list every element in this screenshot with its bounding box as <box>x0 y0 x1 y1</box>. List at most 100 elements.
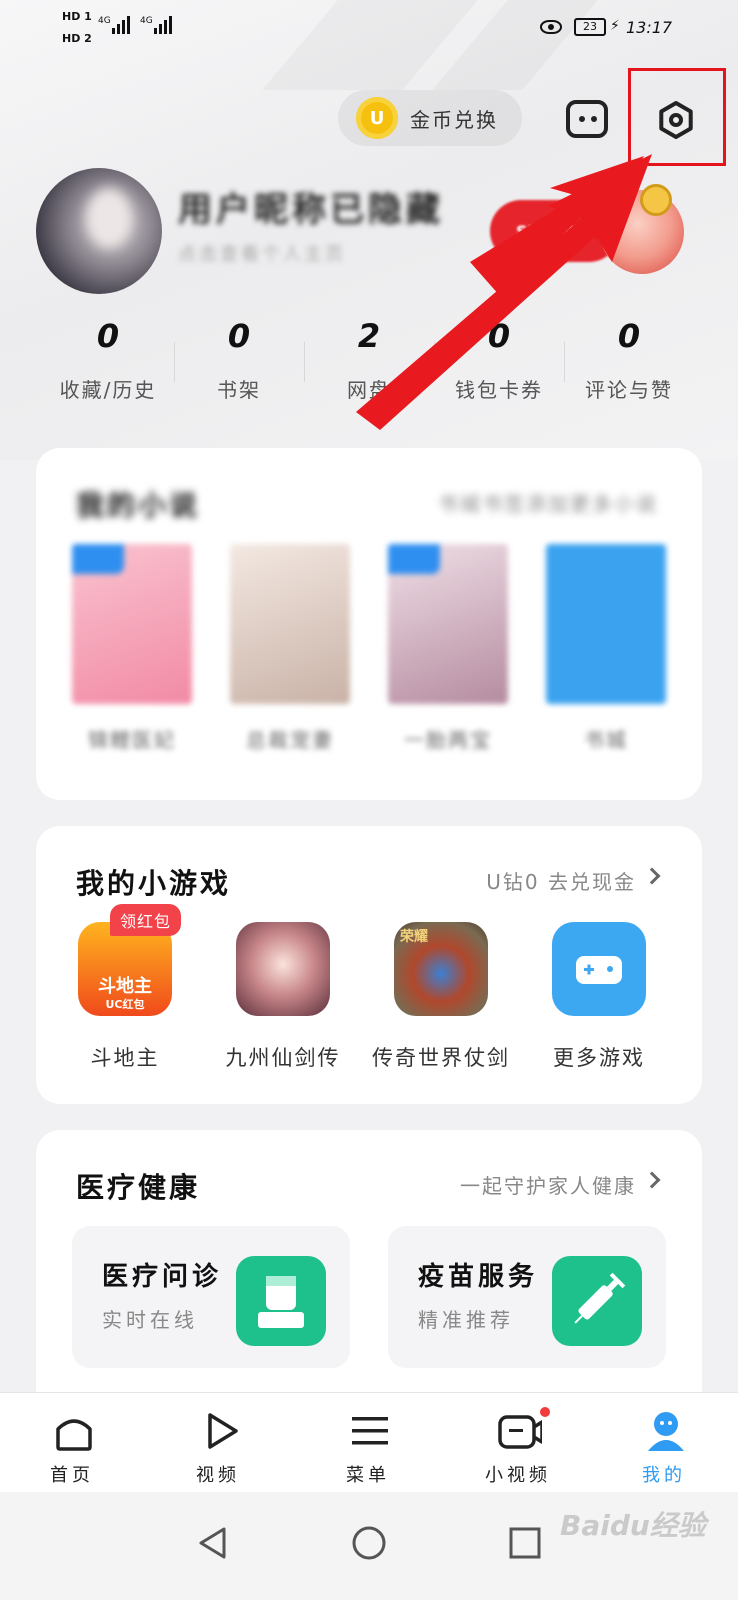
sim2-indicator: HD 2 <box>62 32 92 45</box>
games-title: 我的小游戏 <box>76 867 232 900</box>
book-cover[interactable] <box>72 544 192 704</box>
stat-value: 0 <box>487 317 511 355</box>
message-dot <box>591 116 597 122</box>
game-name: 更多游戏 <box>553 1046 645 1070</box>
coin-icon: U <box>356 97 398 139</box>
nav-profile[interactable]: 我的 <box>614 1393 714 1493</box>
network-type-2: 4G <box>140 16 153 26</box>
eye-comfort-icon <box>540 20 562 34</box>
chevron-right-icon[interactable] <box>643 1171 661 1189</box>
coin-exchange-button[interactable]: U 金币兑换 <box>338 90 522 146</box>
stat-comments-likes[interactable]: 0 评论与赞 <box>564 312 694 403</box>
battery-icon: 23 <box>574 18 606 36</box>
doctor-icon <box>236 1256 326 1346</box>
novels-title: 我的小说 <box>76 489 201 522</box>
avatar[interactable] <box>36 168 162 294</box>
game-item[interactable]: 斗地主 UC红包 斗地主 <box>50 922 200 1072</box>
stat-value: 2 <box>357 317 381 355</box>
clock: 13:17 <box>626 18 673 37</box>
nav-label: 首页 <box>50 1465 94 1486</box>
stat-cloud-disk[interactable]: 2 网盘 <box>304 312 434 403</box>
health-link[interactable]: 一起守护家人健康 <box>460 1170 636 1199</box>
service-subtitle: 精准推荐 <box>418 1308 514 1332</box>
health-card: 医疗健康 一起守护家人健康 医疗问诊 实时在线 疫苗服务 精准推荐 <box>36 1130 702 1430</box>
stat-label: 收藏/历史 <box>59 378 157 402</box>
status-bar: HD 1 HD 2 4G 4G 23 ⚡ 13:17 <box>0 0 738 56</box>
chevron-right-icon[interactable] <box>643 867 661 885</box>
nav-label: 我的 <box>642 1465 686 1486</box>
stat-label: 书架 <box>217 378 261 402</box>
gamepad-icon <box>552 922 646 1016</box>
nav-label: 视频 <box>196 1465 240 1486</box>
message-dot <box>579 116 585 122</box>
doudizhu-game-icon: 斗地主 UC红包 <box>78 922 172 1016</box>
back-icon[interactable] <box>196 1526 230 1560</box>
gamepad-glyph <box>576 956 622 984</box>
stat-favorites-history[interactable]: 0 收藏/历史 <box>43 312 173 403</box>
home-circle-icon[interactable] <box>352 1526 386 1560</box>
chuanqi-game-icon: 荣耀 <box>394 922 488 1016</box>
play-icon <box>208 1413 238 1449</box>
book-title: 一胎两宝 <box>404 728 492 752</box>
coin-exchange-label: 金币兑换 <box>410 107 498 132</box>
nav-short-video[interactable]: 小视频 <box>468 1393 568 1493</box>
sim1-indicator: HD 1 <box>62 10 92 23</box>
stat-bookshelf[interactable]: 0 书架 <box>174 312 304 403</box>
username[interactable]: 用户昵称已隐藏 <box>178 182 444 231</box>
settings-highlight-box <box>628 68 726 166</box>
stat-label: 钱包卡券 <box>455 378 543 402</box>
syringe-glyph <box>574 1272 626 1324</box>
signal-icon <box>154 16 172 34</box>
stat-value: 0 <box>96 317 120 355</box>
profile-icon <box>648 1412 684 1451</box>
nav-video[interactable]: 视频 <box>168 1393 268 1493</box>
doctor-glyph <box>258 1276 304 1328</box>
games-link[interactable]: U钻0 去兑现金 <box>486 866 636 895</box>
recents-icon[interactable] <box>508 1526 542 1560</box>
game-name: 传奇世界仗剑 <box>372 1046 510 1070</box>
bookstore-tile[interactable] <box>546 544 666 704</box>
stat-label: 网盘 <box>347 378 391 402</box>
service-title: 医疗问诊 <box>102 1262 223 1292</box>
book-title: 总裁宠妻 <box>246 728 334 752</box>
nav-label: 小视频 <box>485 1465 551 1486</box>
nav-label: 菜单 <box>346 1465 390 1486</box>
signal-icon <box>112 16 130 34</box>
novels-link[interactable]: 书城书签添加更多小说 <box>438 488 658 517</box>
stats-row: 0 收藏/历史 0 书架 2 网盘 0 钱包卡券 0 评论与赞 <box>0 312 738 422</box>
mini-games-card: 我的小游戏 U钻0 去兑现金 斗地主 UC红包 斗地主 领红包 九州仙剑传 荣耀… <box>36 826 702 1104</box>
service-subtitle: 实时在线 <box>102 1308 198 1332</box>
message-icon[interactable] <box>566 100 608 138</box>
book-title: 书城 <box>584 728 628 752</box>
game-icon-text: 荣耀 <box>400 929 428 945</box>
pig-mascot-icon[interactable] <box>600 184 684 274</box>
home-icon <box>56 1419 92 1451</box>
notification-dot <box>540 1407 550 1417</box>
service-consultation[interactable]: 医疗问诊 实时在线 <box>72 1226 350 1368</box>
stat-value: 0 <box>617 317 641 355</box>
book-cover[interactable] <box>230 544 350 704</box>
syringe-icon <box>552 1256 642 1346</box>
charging-icon: ⚡ <box>610 18 620 34</box>
watermark: Baidu经验 <box>560 1509 706 1542</box>
game-item[interactable]: 荣耀 传奇世界仗剑 <box>366 922 516 1072</box>
game-item[interactable]: 更多游戏 <box>524 922 674 1072</box>
video-camera-icon <box>498 1415 542 1449</box>
bottom-nav: 首页 视频 菜单 小视频 我的 <box>0 1392 738 1492</box>
game-icon-text: 斗地主 <box>98 976 152 997</box>
network-type-1: 4G <box>98 16 111 26</box>
stat-wallet-coupons[interactable]: 0 钱包卡券 <box>434 312 564 403</box>
service-title: 疫苗服务 <box>418 1262 539 1292</box>
menu-icon <box>352 1417 388 1445</box>
novels-card: 我的小说 书城书签添加更多小说 锦鲤医妃 总裁宠妻 一胎两宝 书城 <box>36 448 702 800</box>
book-tag <box>72 544 124 574</box>
nav-menu[interactable]: 菜单 <box>318 1393 418 1493</box>
book-cover[interactable] <box>388 544 508 704</box>
service-vaccine[interactable]: 疫苗服务 精准推荐 <box>388 1226 666 1368</box>
nav-home[interactable]: 首页 <box>22 1393 122 1493</box>
user-subtitle: 点击查看个人主页 <box>178 244 346 265</box>
book-title: 锦鲤医妃 <box>88 728 176 752</box>
game-item[interactable]: 九州仙剑传 <box>208 922 358 1072</box>
jiuzhou-game-icon <box>236 922 330 1016</box>
red-packet-badge: 领红包 <box>110 904 182 936</box>
